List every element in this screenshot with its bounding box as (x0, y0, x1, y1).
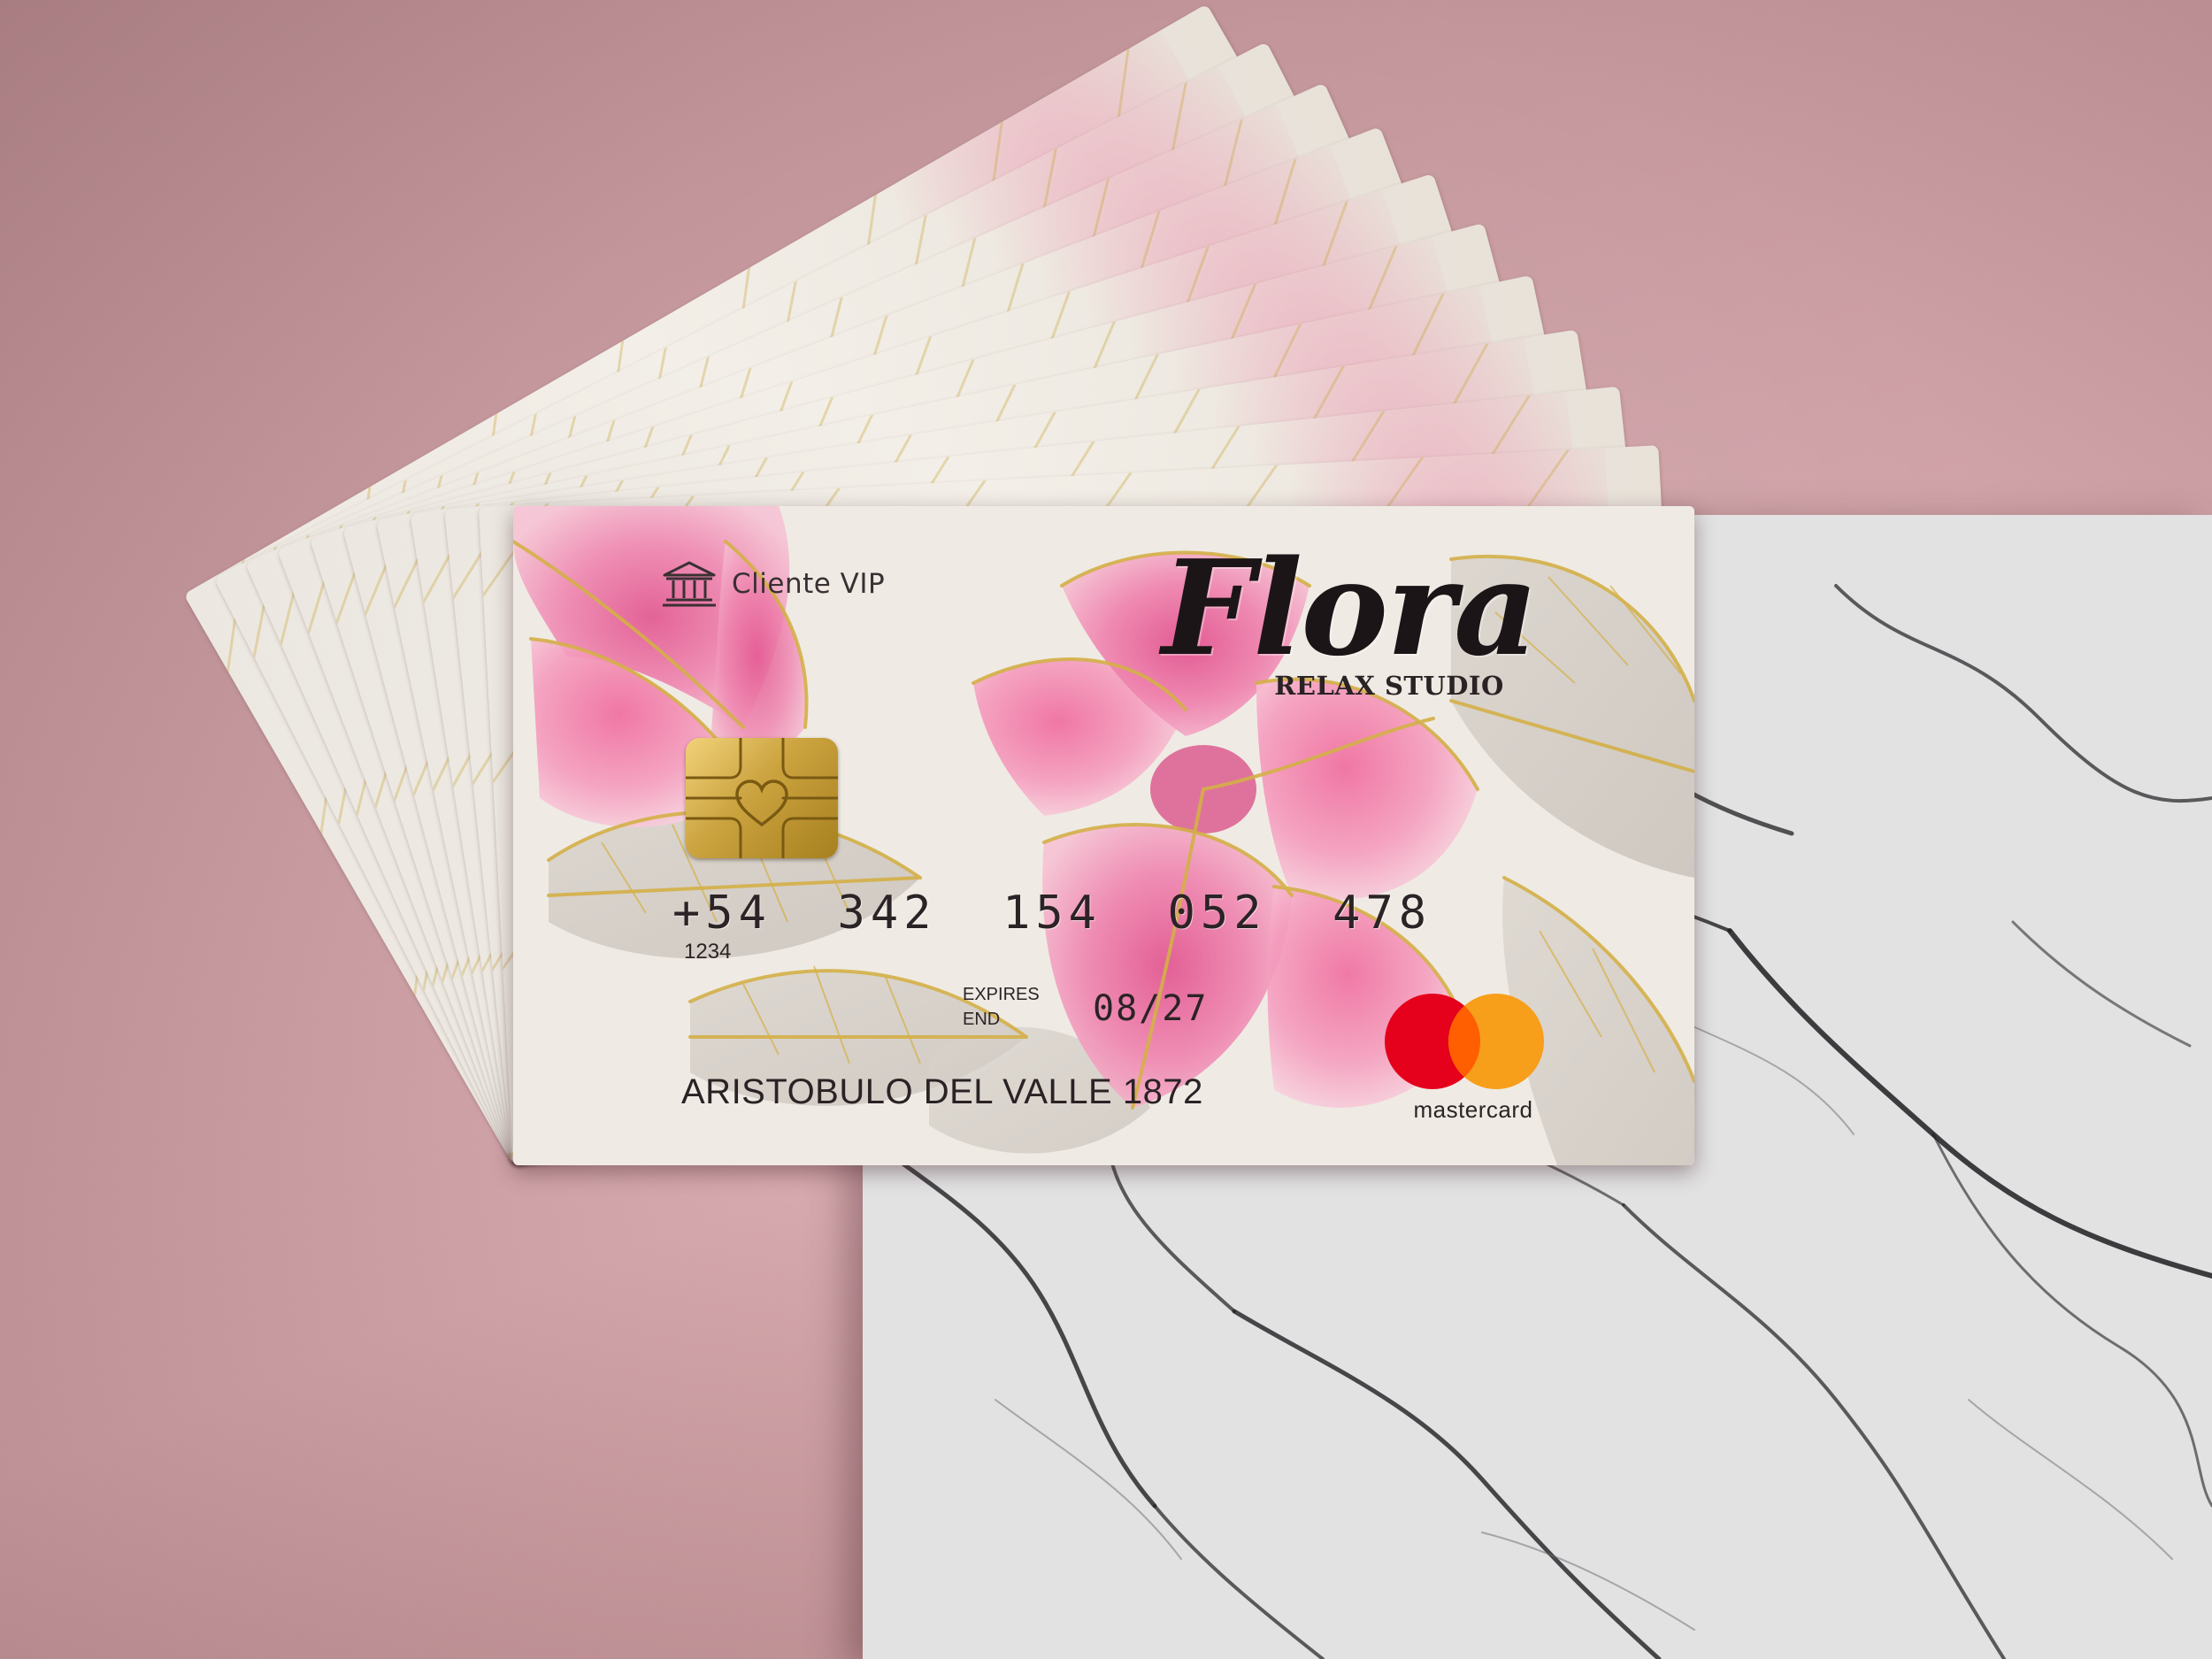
expires-label-line2: END (963, 1010, 1001, 1029)
front-card: Cliente VIP Flora RELAX STUDIO +54 342 1… (513, 506, 1694, 1165)
product-mockup-scene: Cliente VIP Flora RELAX STUDIO +54 342 1… (0, 0, 2212, 1659)
emv-chip (686, 738, 838, 858)
expires-label-line1: EXPIRES (963, 985, 1040, 1004)
expiry-date: 08/27 (1093, 988, 1209, 1029)
vip-label: Cliente VIP (732, 568, 886, 600)
cardholder-address: ARISTOBULO DEL VALLE 1872 (681, 1072, 1203, 1111)
mastercard-label: mastercard (1413, 1096, 1533, 1123)
brand-logo: Flora RELAX STUDIO (1119, 541, 1579, 701)
vip-badge: Cliente VIP (659, 559, 885, 609)
mastercard-circles-icon (1385, 988, 1562, 1094)
mastercard-overlap (1448, 994, 1480, 1089)
expires-label: EXPIRES END (963, 982, 1040, 1032)
card-number: +54 342 154 052 478 (672, 887, 1432, 940)
card-number-small: 1234 (684, 940, 732, 964)
bank-building-icon (659, 559, 719, 609)
mastercard-logo: mastercard (1385, 988, 1562, 1130)
brand-name: Flora (1162, 531, 1539, 685)
